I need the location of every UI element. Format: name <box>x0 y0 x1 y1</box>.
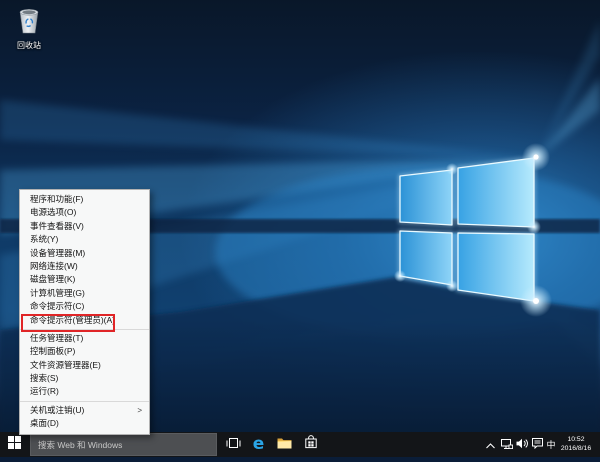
tray-show-hidden-icons-button[interactable] <box>484 432 497 457</box>
menu-item-label: 磁盘管理(K) <box>30 274 76 285</box>
menu-item-label: 网络连接(W) <box>30 260 78 271</box>
menu-item[interactable]: 设备管理器(M) <box>20 247 149 260</box>
search-input[interactable] <box>31 439 216 450</box>
network-icon <box>501 436 514 454</box>
taskbar: e <box>0 432 600 457</box>
start-button[interactable] <box>0 432 28 457</box>
clock-time: 10:52 <box>567 436 585 444</box>
ime-language-label: 中 <box>546 440 556 450</box>
speaker-icon <box>516 436 528 454</box>
clock-date: 2016/8/16 <box>560 444 592 452</box>
menu-item[interactable]: 文件资源管理器(E) <box>20 359 149 372</box>
menu-item-label: 控制面板(P) <box>30 346 76 357</box>
menu-item-label: 设备管理器(M) <box>30 247 86 258</box>
menu-item-label: 系统(Y) <box>30 234 59 245</box>
edge-icon: e <box>252 434 265 454</box>
menu-item-label: 桌面(D) <box>30 418 59 429</box>
recycle-bin[interactable]: 回收站 <box>6 5 52 50</box>
menu-item-label: 搜索(S) <box>30 373 59 384</box>
menu-item[interactable]: 命令提示符(C) <box>20 300 149 313</box>
menu-item[interactable]: 命令提示符(管理员)(A) <box>20 314 149 327</box>
menu-item-label: 事件查看器(V) <box>30 220 84 231</box>
menu-item[interactable]: 事件查看器(V) <box>20 220 149 233</box>
windows-logo-icon <box>7 435 21 454</box>
menu-separator <box>20 400 149 402</box>
menu-item-label: 程序和功能(F) <box>30 194 84 204</box>
menu-item-label: 命令提示符(管理员)(A) <box>30 314 115 325</box>
menu-item[interactable]: 运行(R) <box>20 385 149 398</box>
menu-separator <box>20 328 149 330</box>
menu-item-label: 命令提示符(C) <box>30 301 85 312</box>
menu-item-label: 运行(R) <box>30 386 59 397</box>
action-center-button[interactable] <box>530 432 544 457</box>
menu-item-label: 关机或注销(U) <box>30 404 85 415</box>
menu-item-label: 任务管理器(T) <box>30 332 84 343</box>
menu-item[interactable]: 系统(Y) <box>20 233 149 246</box>
menu-item[interactable]: 程序和功能(F) <box>20 193 149 206</box>
menu-item[interactable]: 网络连接(W) <box>20 260 149 273</box>
volume-button[interactable] <box>514 432 530 457</box>
tray-clock[interactable]: 10:52 2016/8/16 <box>556 432 596 457</box>
task-view-button[interactable] <box>221 432 245 457</box>
menu-item-label: 电源选项(O) <box>30 207 77 218</box>
folder-icon <box>277 436 292 454</box>
edge-browser-button[interactable]: e <box>246 432 271 457</box>
network-status-button[interactable] <box>499 432 515 457</box>
task-view-icon <box>226 436 241 454</box>
menu-item[interactable]: 关机或注销(U) > <box>20 404 149 417</box>
menu-item-label: 文件资源管理器(E) <box>30 359 101 370</box>
recycle-bin-icon <box>6 5 52 40</box>
file-explorer-button[interactable] <box>272 432 297 457</box>
taskbar-search[interactable] <box>30 433 217 456</box>
menu-item[interactable]: 搜索(S) <box>20 372 149 385</box>
menu-item[interactable]: 桌面(D) <box>20 417 149 430</box>
chevron-right-icon: > <box>137 405 142 415</box>
menu-item[interactable]: 磁盘管理(K) <box>20 273 149 286</box>
chevron-up-icon <box>486 436 495 454</box>
store-button[interactable] <box>298 432 323 457</box>
action-center-icon <box>531 436 543 454</box>
menu-item[interactable]: 计算机管理(G) <box>20 287 149 300</box>
menu-item[interactable]: 任务管理器(T) <box>20 332 149 345</box>
menu-item-label: 计算机管理(G) <box>30 287 85 298</box>
store-bag-icon <box>304 435 318 454</box>
context-menu: 程序和功能(F) 电源选项(O) 事件查看器(V) 系统(Y) 设备管理器(M) 网络连接… <box>19 189 150 435</box>
menu-item[interactable]: 电源选项(O) <box>20 206 149 219</box>
menu-item[interactable]: 控制面板(P) <box>20 345 149 358</box>
recycle-bin-label: 回收站 <box>17 41 41 50</box>
